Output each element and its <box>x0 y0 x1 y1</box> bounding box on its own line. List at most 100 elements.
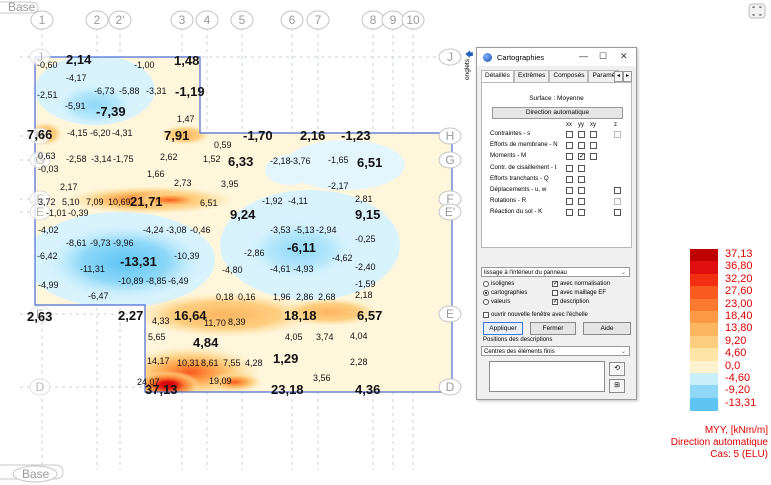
maximize-button[interactable]: ☐ <box>599 51 607 62</box>
refresh-icon[interactable]: ⟲ <box>609 362 625 376</box>
row-checkbox[interactable] <box>590 142 597 150</box>
map-value-label: 7,55 <box>223 358 241 368</box>
option-label: description <box>560 299 590 305</box>
display-flag-option[interactable]: ✓ description <box>552 299 589 305</box>
map-value-label: -4,93 <box>293 264 314 274</box>
row-checkbox[interactable] <box>578 164 585 172</box>
onglets-side-tab[interactable]: 🡄 onglets <box>463 47 473 117</box>
base-level-tag-top[interactable]: Base <box>0 0 39 14</box>
map-value-label: -6,20 <box>90 128 111 138</box>
display-mode-option[interactable]: cartographies <box>483 290 527 296</box>
row-checkbox[interactable]: ✓ <box>578 153 585 161</box>
map-value-label: 9,24 <box>230 207 256 222</box>
legend-value: 32,20 <box>725 272 753 285</box>
row-checkbox[interactable] <box>578 209 585 217</box>
legend-swatch <box>690 397 718 411</box>
checkbox[interactable]: ✓ <box>552 299 558 305</box>
row-checkbox[interactable] <box>566 209 573 217</box>
axis-label-left-E: E <box>36 205 44 219</box>
legend-swatch <box>690 323 718 337</box>
close-dialog-button[interactable]: Fermer <box>530 322 576 335</box>
row-checkbox[interactable] <box>566 198 573 206</box>
map-value-label: 9,15 <box>355 207 380 222</box>
new-window-option[interactable]: ouvrir nouvelle fenêtre avec l'échelle <box>483 312 588 318</box>
option-label: avec maillage EF <box>560 290 607 296</box>
axis-label-2': 2' <box>116 13 125 27</box>
map-value-label: 0,59 <box>214 140 232 150</box>
drawing-canvas[interactable]: Base 1 2 2' 3 4 5 6 7 8 9 10JHGFE'EDJHGFE <box>0 0 771 483</box>
tab-scroll-right-icon[interactable]: ▸ <box>623 71 632 82</box>
map-value-label: 1,96 <box>273 292 291 302</box>
radio-button[interactable] <box>483 290 489 296</box>
details-panel: Surface : Moyenne Direction automatique … <box>481 82 632 248</box>
row-checkbox-z[interactable] <box>614 187 621 194</box>
row-checkbox[interactable] <box>578 187 585 194</box>
legend-quantity: MYY, [kNm/m] <box>704 425 768 436</box>
row-checkbox-z <box>614 131 621 138</box>
row-checkbox[interactable] <box>590 153 597 161</box>
axis-label-right-G: G <box>445 153 454 167</box>
tab-bar: Détaillés Extrêmes Composés Paramè ◂ ▸ <box>481 70 632 82</box>
legend-value: 37,13 <box>725 248 753 260</box>
row-checkbox[interactable] <box>566 175 573 183</box>
radio-button[interactable] <box>483 281 489 287</box>
axis-label-6: 6 <box>289 13 296 27</box>
legend-swatch <box>690 360 718 374</box>
row-checkbox[interactable] <box>566 153 573 161</box>
display-flag-option[interactable]: ✓ avec normalisation <box>552 281 610 287</box>
row-checkbox[interactable] <box>578 131 585 138</box>
pick-icon[interactable]: ⊞ <box>609 379 625 393</box>
map-value-label: 8,61 <box>201 358 219 368</box>
display-flag-option[interactable]: avec maillage EF <box>552 290 606 296</box>
checkbox[interactable] <box>552 290 558 296</box>
minimize-button[interactable]: — <box>579 51 588 61</box>
map-value-label: -6,73 <box>94 86 115 96</box>
map-value-label: 3,95 <box>221 179 239 189</box>
legend-swatch <box>690 249 718 262</box>
row-label: Contr. de cisaillement - t <box>490 163 557 171</box>
close-button[interactable]: ✕ <box>620 51 628 62</box>
col-header-yy: yy <box>578 122 584 128</box>
direction-button[interactable]: Direction automatique <box>492 107 623 119</box>
apply-button[interactable]: Appliquer <box>483 322 523 335</box>
tab-composes[interactable]: Composés <box>549 70 589 82</box>
smoothing-select[interactable]: lissage à l'intérieur du panneau ⌄ <box>481 267 630 277</box>
base-level-tag-bottom[interactable]: Base <box>0 464 64 483</box>
map-value-label: 2,27 <box>118 308 143 323</box>
new-window-checkbox[interactable] <box>483 312 489 318</box>
map-value-label: 4,33 <box>152 316 170 326</box>
screenshot-icon[interactable] <box>743 0 771 22</box>
row-checkbox[interactable] <box>566 164 573 172</box>
radio-button[interactable] <box>483 299 489 305</box>
map-value-label: -4,15 <box>67 128 88 138</box>
legend-value: 36,80 <box>725 260 753 273</box>
row-checkbox[interactable] <box>590 131 597 138</box>
map-value-label: 0,63 <box>38 151 56 161</box>
map-value-label: -3,76 <box>290 156 311 166</box>
checkbox[interactable]: ✓ <box>552 281 558 287</box>
map-value-label: 4,84 <box>193 335 219 350</box>
row-checkbox[interactable] <box>566 187 573 194</box>
tab-scroll-left-icon[interactable]: ◂ <box>614 71 623 82</box>
display-mode-option[interactable]: isolignes <box>483 281 514 287</box>
display-mode-option[interactable]: valeurs <box>483 299 510 305</box>
row-checkbox[interactable] <box>578 142 585 150</box>
row-label: Contraintes - s <box>490 130 531 137</box>
row-checkbox[interactable] <box>578 175 585 183</box>
tab-extremes[interactable]: Extrêmes <box>513 70 550 82</box>
row-checkbox[interactable] <box>566 131 573 138</box>
cartographies-dialog: Cartographies — ☐ ✕ Détaillés Extrêmes C… <box>476 47 637 400</box>
row-checkbox[interactable] <box>566 142 573 150</box>
dialog-titlebar[interactable]: Cartographies — ☐ ✕ <box>477 48 636 66</box>
contour-map[interactable] <box>25 50 460 400</box>
help-button[interactable]: Aide <box>583 322 631 335</box>
row-checkbox-z[interactable] <box>614 209 621 217</box>
tab-details[interactable]: Détaillés <box>481 70 514 82</box>
description-textarea[interactable] <box>489 361 605 392</box>
positions-select[interactable]: Centres des éléments finis ⌄ <box>481 346 630 356</box>
map-value-label: -1,19 <box>175 84 205 99</box>
row-checkbox[interactable] <box>578 198 585 206</box>
legend-swatch <box>690 373 718 386</box>
map-value-label: -2,40 <box>355 262 376 272</box>
row-checkbox-z <box>614 198 621 206</box>
